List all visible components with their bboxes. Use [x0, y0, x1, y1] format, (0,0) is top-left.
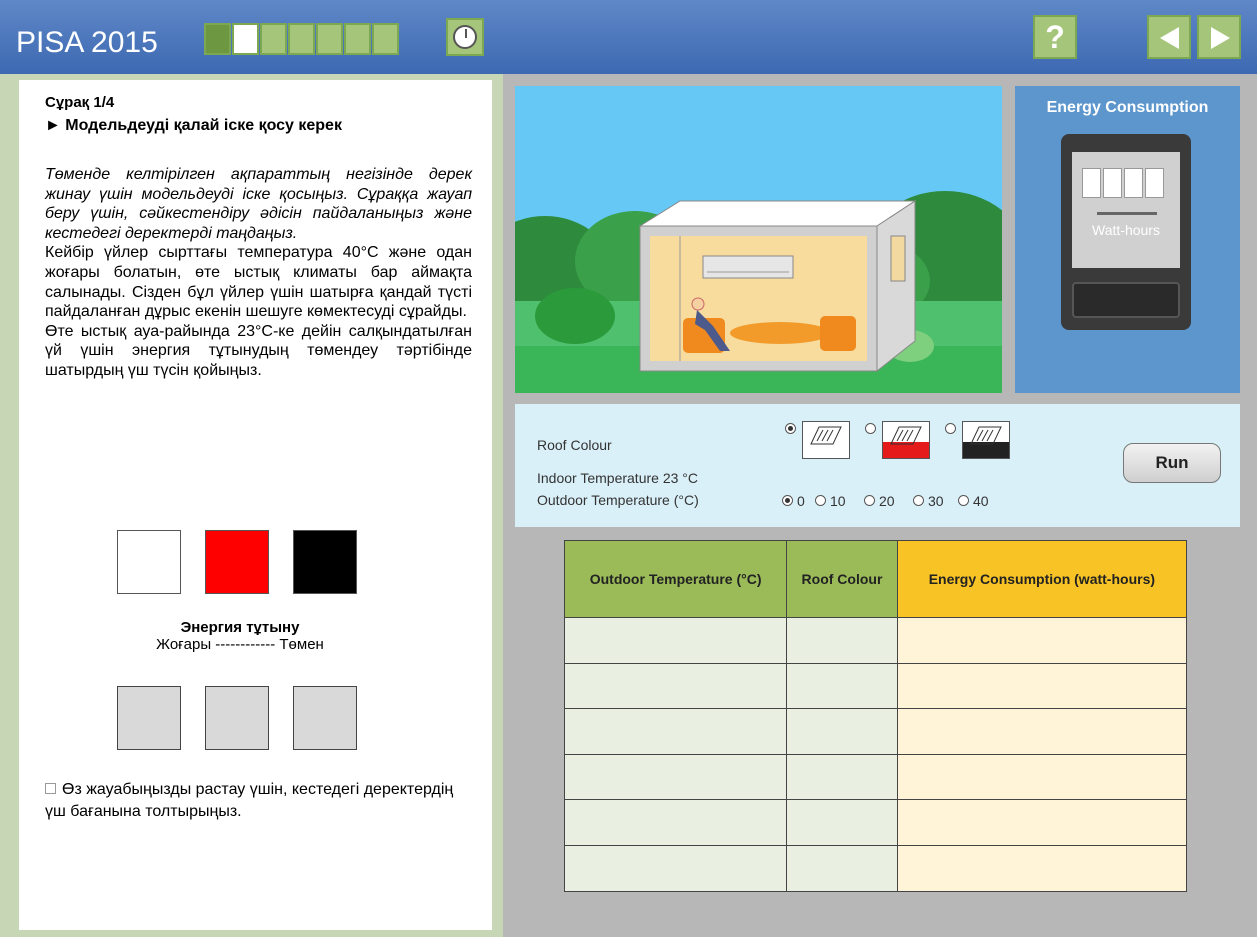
arrow-left-icon [1160, 27, 1179, 49]
table-cell[interactable] [896, 708, 1188, 755]
temp-30-radio[interactable] [913, 495, 924, 506]
temp-20-radio[interactable] [864, 495, 875, 506]
meter-digits [1082, 168, 1166, 198]
table-header-row: Outdoor Temperature (°C) Roof Colour Ene… [563, 540, 1188, 618]
table-cell[interactable] [563, 753, 788, 801]
roof-icon [970, 426, 1002, 445]
meter-title: Energy Consumption [1046, 99, 1209, 116]
house-scene [515, 86, 1002, 393]
drop-target-3[interactable] [293, 686, 357, 750]
question-instruction: Төменде келтірілген ақпараттың негізінде… [45, 166, 472, 242]
roof-red-option[interactable] [882, 421, 930, 459]
temp-0-label: 0 [797, 493, 805, 509]
table-row[interactable] [563, 662, 1188, 710]
progress-segment-7 [372, 23, 399, 55]
energy-scale-label: Энергия тұтыну Жоғары ------------ Төмен [120, 619, 360, 653]
run-button[interactable]: Run [1123, 443, 1221, 483]
question-body: Кейбір үйлер сырттағы температура 40°C ж… [45, 244, 472, 321]
energy-scale: Жоғары ------------ Төмен [156, 636, 324, 653]
roof-black-radio[interactable] [945, 423, 956, 434]
table-cell[interactable] [786, 753, 898, 801]
question-subtitle: ► Модельдеуді қалай іске қосу керек [45, 117, 342, 134]
red-roof-swatch[interactable] [205, 530, 269, 594]
question-text: Төменде келтірілген ақпараттың негізінде… [45, 165, 472, 381]
previous-button[interactable] [1147, 15, 1191, 59]
clock-icon [453, 25, 477, 49]
confirm-instruction: Өз жауабыңызды растау үшін, кестедегі де… [45, 781, 454, 820]
timer-button[interactable] [446, 18, 484, 56]
next-button[interactable] [1197, 15, 1241, 59]
progress-segment-6 [344, 23, 371, 55]
outdoor-temperature-label: Outdoor Temperature (°C) [537, 492, 699, 508]
table-cell[interactable] [786, 708, 898, 755]
table-row[interactable] [563, 708, 1188, 755]
meter-digit [1145, 168, 1164, 198]
drop-target-2[interactable] [205, 686, 269, 750]
roof-white-radio[interactable] [785, 423, 796, 434]
roof-colour-label: Roof Colour [537, 437, 612, 453]
indoor-temperature-label: Indoor Temperature 23 °C [537, 470, 698, 486]
table-cell[interactable] [786, 617, 898, 664]
roof-black-option[interactable] [962, 421, 1010, 459]
progress-segment-1 [204, 23, 231, 55]
table-cell[interactable] [563, 799, 788, 846]
table-row[interactable] [563, 844, 1188, 892]
roof-red-radio[interactable] [865, 423, 876, 434]
question-task: Өте ыстық ауа-райында 23°C-ке дейін салқ… [45, 322, 472, 379]
progress-segment-3 [260, 23, 287, 55]
progress-bar [204, 23, 400, 55]
white-roof-swatch[interactable] [117, 530, 181, 594]
brand-title: PISA 2015 [16, 26, 158, 59]
meter-digit [1082, 168, 1101, 198]
temp-40-label: 40 [973, 493, 989, 509]
table-cell[interactable] [786, 662, 898, 710]
table-cell[interactable] [896, 662, 1188, 710]
black-roof-swatch[interactable] [293, 530, 357, 594]
header-outdoor-temperature: Outdoor Temperature (°C) [563, 540, 788, 618]
table-row[interactable] [563, 753, 1188, 801]
house-illustration [515, 86, 1002, 393]
progress-segment-5 [316, 23, 343, 55]
roof-icon [890, 426, 922, 445]
header-energy-consumption: Energy Consumption (watt-hours) [896, 540, 1188, 618]
header-roof-colour: Roof Colour [786, 540, 898, 618]
meter-digit [1124, 168, 1143, 198]
meter-unit-label: Watt-hours [1092, 222, 1160, 238]
energy-title: Энергия тұтыну [180, 619, 300, 636]
meter-divider [1097, 212, 1157, 215]
table-row[interactable] [563, 799, 1188, 846]
table-cell[interactable] [563, 708, 788, 755]
top-bar: PISA 2015 ? [0, 0, 1257, 74]
temp-10-label: 10 [830, 493, 846, 509]
table-cell[interactable] [896, 753, 1188, 801]
table-cell[interactable] [563, 844, 788, 892]
roof-icon [810, 426, 842, 445]
temp-10-radio[interactable] [815, 495, 826, 506]
question-number: Сұрақ 1/4 [45, 94, 115, 111]
roof-white-option[interactable] [802, 421, 850, 459]
question-icon: ? [1045, 19, 1065, 55]
drop-target-1[interactable] [117, 686, 181, 750]
table-cell[interactable] [786, 799, 898, 846]
table-cell[interactable] [786, 844, 898, 892]
checkbox-icon [45, 783, 56, 794]
arrow-right-icon [1211, 27, 1230, 49]
help-button[interactable]: ? [1033, 15, 1077, 59]
table-row[interactable] [563, 617, 1188, 664]
results-table: Outdoor Temperature (°C) Roof Colour Ene… [563, 540, 1188, 892]
meter-base [1072, 282, 1180, 318]
temp-0-radio[interactable] [782, 495, 793, 506]
table-cell[interactable] [896, 617, 1188, 664]
table-cell[interactable] [896, 799, 1188, 846]
meter-digit [1103, 168, 1122, 198]
temp-40-radio[interactable] [958, 495, 969, 506]
progress-segment-2 [232, 23, 259, 55]
table-cell[interactable] [563, 617, 788, 664]
temp-20-label: 20 [879, 493, 895, 509]
table-cell[interactable] [563, 662, 788, 710]
temp-30-label: 30 [928, 493, 944, 509]
progress-segment-4 [288, 23, 315, 55]
table-cell[interactable] [896, 844, 1188, 892]
